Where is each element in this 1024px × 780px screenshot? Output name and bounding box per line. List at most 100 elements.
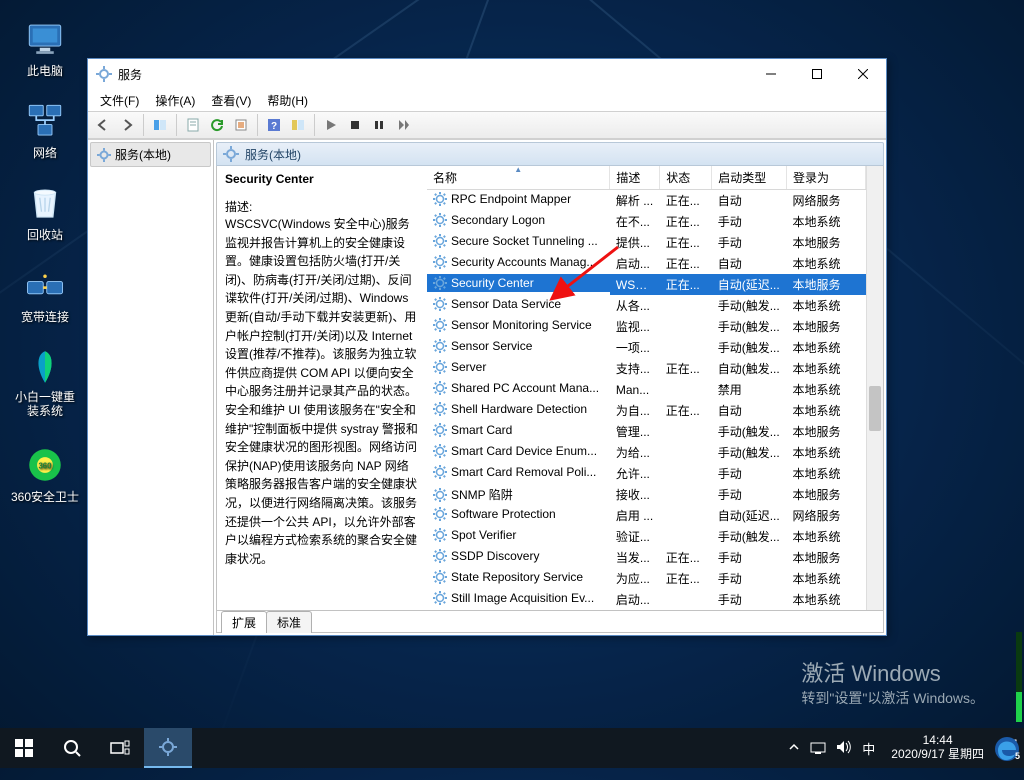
service-row[interactable]: Security CenterWSC...正在...自动(延迟...本地服务	[427, 274, 866, 295]
col-desc[interactable]: 描述	[610, 166, 660, 190]
taskbar[interactable]: 中 14:44 2020/9/17 星期四	[0, 728, 1024, 768]
cell-logon: 本地系统	[787, 211, 866, 232]
service-row[interactable]: RPC Endpoint Mapper解析 ...正在...自动网络服务	[427, 190, 866, 212]
cell-logon: 本地服务	[787, 547, 866, 568]
cell-status	[660, 337, 712, 358]
title-bar[interactable]: 服务	[88, 59, 886, 89]
col-name[interactable]: ▲名称	[427, 166, 610, 190]
tray-clock[interactable]: 14:44 2020/9/17 星期四	[891, 734, 984, 762]
services-list[interactable]: ▲名称 描述 状态 启动类型 登录为 RPC Endpoint Mapper解析…	[427, 166, 866, 610]
cell-name: Server	[451, 360, 486, 374]
menu-action[interactable]: 操作(A)	[147, 90, 203, 111]
help-button[interactable]: ?	[263, 114, 285, 136]
service-row[interactable]: SSDP Discovery当发...正在...手动本地服务	[427, 547, 866, 568]
service-row[interactable]: Secondary Logon在不...正在...手动本地系统	[427, 211, 866, 232]
tray-ime[interactable]: 中	[862, 739, 875, 758]
close-button[interactable]	[840, 59, 886, 89]
cell-logon: 本地服务	[787, 421, 866, 442]
cell-name: Shared PC Account Mana...	[451, 381, 599, 395]
nav-forward-button[interactable]	[116, 114, 138, 136]
service-row[interactable]: State Repository Service为应...正在...手动本地系统	[427, 568, 866, 589]
service-row[interactable]: Shared PC Account Mana...Man...禁用本地系统	[427, 379, 866, 400]
cell-logon: 本地服务	[787, 232, 866, 253]
svg-text:5: 5	[1015, 751, 1020, 761]
cell-name: Sensor Data Service	[451, 297, 561, 311]
options-button[interactable]	[287, 114, 309, 136]
cell-name: Smart Card	[451, 423, 512, 437]
minimize-button[interactable]	[748, 59, 794, 89]
maximize-button[interactable]	[794, 59, 840, 89]
task-view-button[interactable]	[96, 728, 144, 768]
col-status[interactable]: 状态	[660, 166, 712, 190]
cell-logon: 本地服务	[787, 274, 866, 295]
col-startup[interactable]: 启动类型	[712, 166, 787, 190]
cell-logon: 本地系统	[787, 442, 866, 463]
properties-button[interactable]	[182, 114, 204, 136]
scrollbar-thumb[interactable]	[869, 386, 881, 431]
cell-status	[660, 421, 712, 442]
cell-startup: 自动	[712, 400, 787, 421]
service-row[interactable]: Secure Socket Tunneling ...提供...正在...手动本…	[427, 232, 866, 253]
cell-status: 正在...	[660, 211, 712, 232]
service-row[interactable]: Smart Card管理...手动(触发...本地服务	[427, 421, 866, 442]
tab-standard[interactable]: 标准	[266, 611, 312, 633]
service-row[interactable]: Shell Hardware Detection为自...正在...自动本地系统	[427, 400, 866, 421]
service-row[interactable]: Server支持...正在...自动(触发...本地系统	[427, 358, 866, 379]
col-logon[interactable]: 登录为	[787, 166, 866, 190]
export-list-button[interactable]	[230, 114, 252, 136]
menu-help[interactable]: 帮助(H)	[259, 90, 316, 111]
vertical-scrollbar[interactable]	[866, 166, 883, 610]
cell-logon: 本地系统	[787, 337, 866, 358]
cell-startup: 手动	[712, 463, 787, 484]
show-hide-tree-button[interactable]	[149, 114, 171, 136]
services-window: 服务 文件(F) 操作(A) 查看(V) 帮助(H) ?	[87, 58, 887, 636]
cell-desc: 为应...	[610, 568, 660, 589]
service-row[interactable]: SNMP 陷阱接收...手动本地服务	[427, 484, 866, 505]
service-row[interactable]: Spot Verifier验证...手动(触发...本地系统	[427, 526, 866, 547]
menu-view[interactable]: 查看(V)	[203, 90, 259, 111]
edge-badge-icon[interactable]: 5	[994, 736, 1020, 762]
service-row[interactable]: Sensor Service一项...手动(触发...本地系统	[427, 337, 866, 358]
tray-network-icon[interactable]	[810, 740, 826, 757]
desktop-icon-this-pc[interactable]: 此电脑	[10, 18, 80, 79]
cell-name: Smart Card Removal Poli...	[451, 465, 596, 479]
desktop-icon-broadband[interactable]: 宽带连接	[10, 264, 80, 325]
cell-name: SNMP 陷阱	[451, 486, 513, 503]
tray-chevron-icon[interactable]	[788, 741, 800, 756]
desktop-icon-360[interactable]: 360 360安全卫士	[10, 444, 80, 505]
start-button[interactable]	[0, 728, 48, 768]
nav-back-button[interactable]	[92, 114, 114, 136]
tree-item-services-local[interactable]: 服务(本地)	[90, 142, 211, 167]
cell-name: Spot Verifier	[451, 528, 516, 542]
refresh-button[interactable]	[206, 114, 228, 136]
service-row[interactable]: Sensor Data Service从各...手动(触发...本地系统	[427, 295, 866, 316]
service-row[interactable]: Smart Card Removal Poli...允许...手动本地系统	[427, 463, 866, 484]
service-row[interactable]: Security Accounts Manag...启动...正在...自动本地…	[427, 253, 866, 274]
service-row[interactable]: Sensor Monitoring Service监视...手动(触发...本地…	[427, 316, 866, 337]
tree-pane[interactable]: 服务(本地)	[88, 140, 214, 635]
restart-service-button[interactable]	[392, 114, 414, 136]
cell-logon: 本地系统	[787, 400, 866, 421]
service-row[interactable]: Still Image Acquisition Ev...启动...手动本地系统	[427, 589, 866, 610]
cell-name: Sensor Monitoring Service	[451, 318, 592, 332]
start-service-button[interactable]	[320, 114, 342, 136]
cell-desc: 提供...	[610, 232, 660, 253]
pause-service-button[interactable]	[368, 114, 390, 136]
cell-status	[660, 295, 712, 316]
desktop-icon-network[interactable]: 网络	[10, 100, 80, 161]
menu-file[interactable]: 文件(F)	[92, 90, 147, 111]
cell-status: 正在...	[660, 190, 712, 212]
tray-volume-icon[interactable]	[836, 740, 852, 757]
tab-extended[interactable]: 扩展	[221, 611, 267, 633]
cell-status	[660, 484, 712, 505]
stop-service-button[interactable]	[344, 114, 366, 136]
taskbar-app-services[interactable]	[144, 728, 192, 768]
desktop-icon-xiaobai[interactable]: 小白一键重装系统	[10, 346, 80, 419]
cell-name: RPC Endpoint Mapper	[451, 192, 571, 206]
cell-logon: 本地系统	[787, 463, 866, 484]
service-row[interactable]: Smart Card Device Enum...为给...手动(触发...本地…	[427, 442, 866, 463]
service-row[interactable]: Software Protection启用 ...自动(延迟...网络服务	[427, 505, 866, 526]
desktop-icon-recycle-bin[interactable]: 回收站	[10, 182, 80, 243]
search-button[interactable]	[48, 728, 96, 768]
toolbar: ?	[88, 111, 886, 139]
